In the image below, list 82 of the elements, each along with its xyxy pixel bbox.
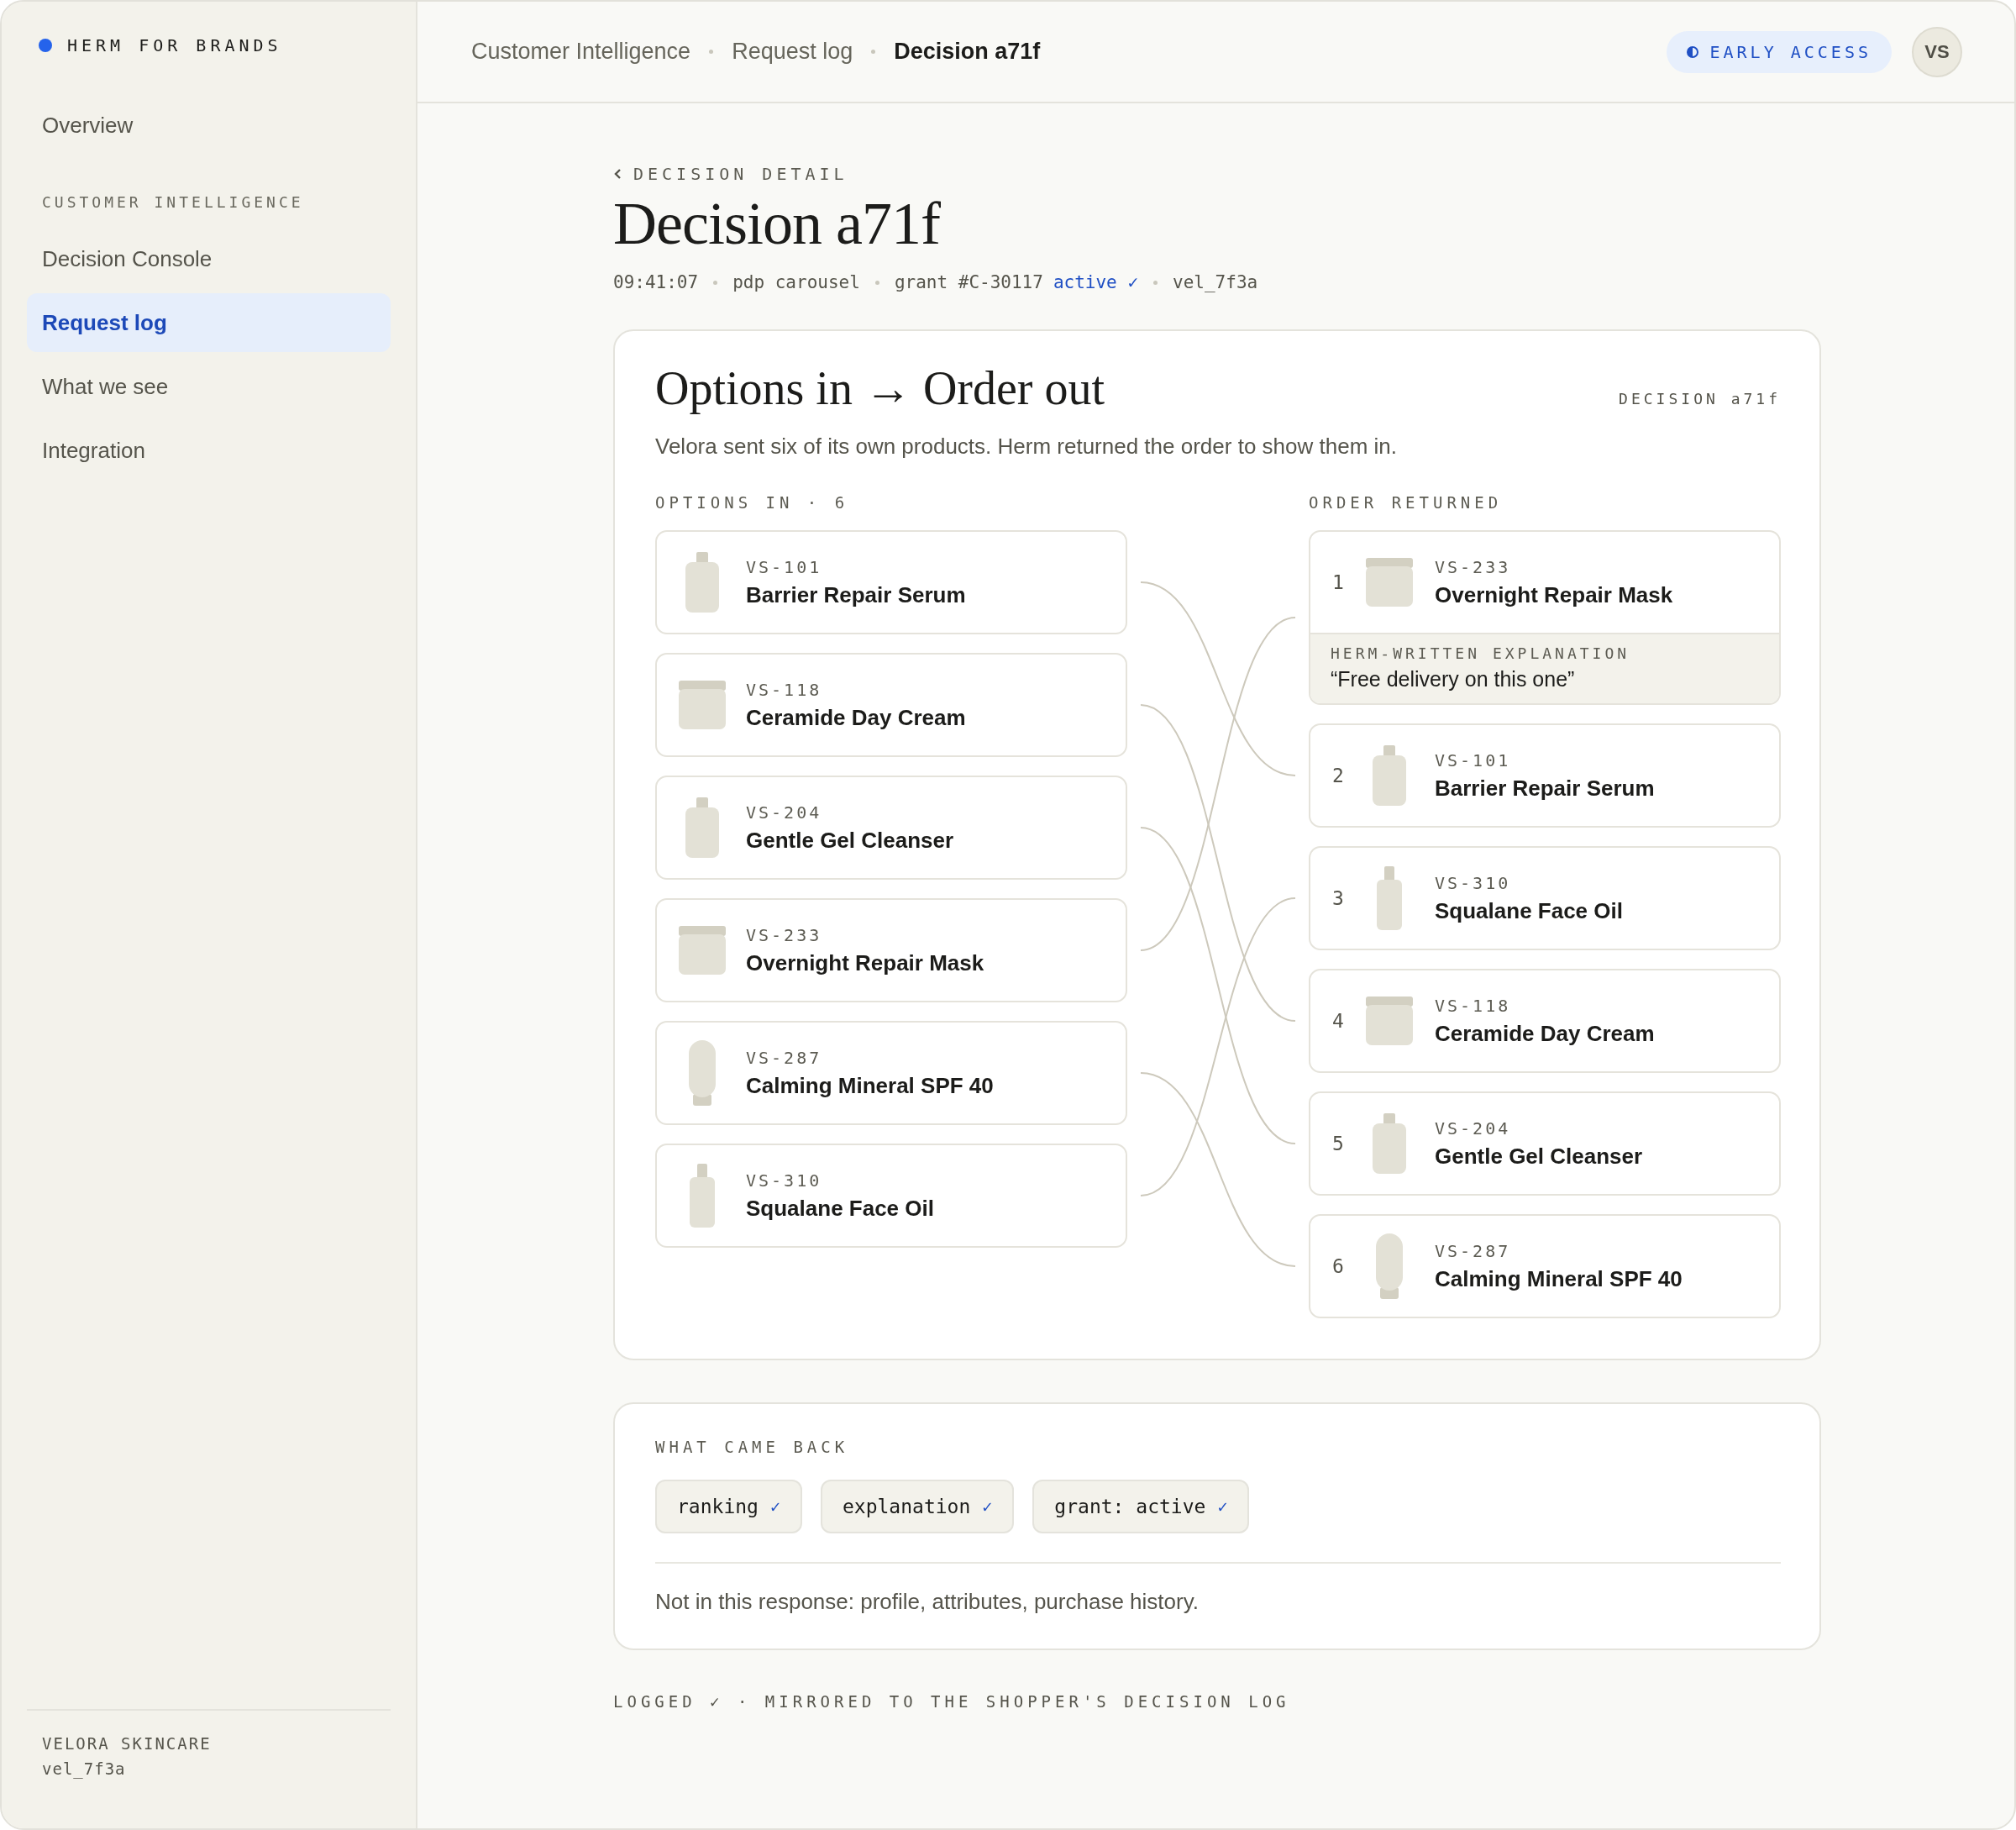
account-id: vel_7f3a [42,1759,127,1778]
rank-number: 4 [1332,1010,1344,1032]
nav-item[interactable]: Request log [27,293,391,352]
bottle-icon [684,552,721,613]
dropper-bottle-icon [1375,866,1404,930]
returned-chip: ranking ✓ [655,1480,802,1533]
explanation-label: HERM-WRITTEN EXPLANATION [1331,644,1631,662]
product-name: Calming Mineral SPF 40 [746,1072,994,1099]
tube-icon [687,1040,717,1106]
rank-number: 2 [1332,765,1344,786]
bottle-icon [1371,1113,1408,1174]
product-code: VS-101 [746,556,823,577]
returned-chip: explanation ✓ [821,1480,1015,1533]
column-label: ORDER RETURNED [1309,493,1504,512]
jar-icon [1366,558,1413,607]
brand-dot-icon [39,39,52,52]
meta-text: vel_7f3a [1173,272,1258,292]
back-link[interactable]: DECISION DETAIL [613,164,1821,184]
nav-item[interactable]: Overview [27,96,391,155]
product-name: Squalane Face Oil [1435,897,1623,924]
early-access-badge: EARLY ACCESS [1666,30,1892,73]
section-label: WHAT CAME BACK [655,1438,850,1456]
product-name: Squalane Face Oil [746,1195,934,1222]
card-description: Velora sent six of its own products. Herm returned the order to show them in. [655,434,1398,460]
chevron-left-icon [613,168,622,180]
breadcrumb-link[interactable]: Request log [732,39,853,65]
dropper-bottle-icon [688,1164,717,1228]
bottle-icon [1371,745,1408,806]
nav-item[interactable]: Integration [27,421,391,480]
meta-text: grant #C-30117 [894,272,1043,292]
tube-icon [1374,1233,1404,1299]
check-mark: ✓ [1217,1496,1228,1517]
account-name: VELORA SKINCARE [42,1734,213,1753]
product-name: Overnight Repair Mask [746,949,984,976]
product-name: Gentle Gel Cleanser [746,827,954,854]
check-mark: ✓ [982,1496,993,1517]
decision-tag: DECISION a71f [1619,390,1781,408]
product-code: VS-310 [746,1170,823,1191]
grant-status: active ✓ [1053,272,1139,292]
product-name: Ceramide Day Cream [746,704,966,731]
card-title: Options in → Order out [655,361,1105,415]
product-code: VS-204 [1435,1117,1512,1138]
explanation-text: “Free delivery on this one” [1331,667,1576,692]
nav-section-label: CUSTOMER INTELLIGENCE [41,192,305,213]
breadcrumb-link[interactable]: Customer Intelligence [471,39,691,65]
product-code: VS-118 [746,679,823,700]
nav-item[interactable]: Decision Console [27,229,391,288]
brand-name: HERM FOR BRANDS [67,35,282,55]
bottle-icon [684,797,721,858]
returned-chip: grant: active ✓ [1032,1480,1250,1533]
rank-number: 5 [1332,1133,1344,1154]
jar-icon [679,926,726,975]
note-text: Not in this response: profile, attributes, purchase history. [655,1589,1200,1615]
meta-text: 09:41:07 [613,272,699,292]
rank-number: 6 [1332,1255,1344,1277]
product-name: Barrier Repair Serum [1435,775,1655,802]
product-code: VS-310 [1435,872,1512,893]
product-name: Gentle Gel Cleanser [1435,1143,1643,1170]
product-code: VS-233 [746,924,823,945]
footer-note: LOGGED ✓ · MIRRORED TO THE SHOPPER'S DECISION LOG [613,1692,1291,1711]
jar-icon [1366,997,1413,1045]
product-code: VS-118 [1435,995,1512,1016]
column-label: OPTIONS IN · 6 [655,493,850,512]
check-mark: ✓ [769,1496,780,1517]
product-name: Calming Mineral SPF 40 [1435,1265,1683,1292]
product-name: Barrier Repair Serum [746,581,966,608]
product-code: VS-101 [1435,749,1512,770]
meta-text: pdp carousel [732,272,860,292]
rank-number: 1 [1332,571,1344,593]
product-name: Ceramide Day Cream [1435,1020,1655,1047]
user-avatar[interactable]: VS [1912,26,1962,77]
product-code: VS-233 [1435,556,1512,577]
product-name: Overnight Repair Mask [1435,581,1673,608]
product-code: VS-287 [746,1047,823,1068]
half-circle-icon [1686,45,1698,58]
rank-number: 3 [1332,887,1344,909]
jar-icon [679,681,726,729]
page-title: Decision a71f [613,189,942,259]
nav-item[interactable]: What we see [27,357,391,416]
product-code: VS-287 [1435,1240,1512,1261]
breadcrumb-link[interactable]: Decision a71f [894,39,1041,65]
product-code: VS-204 [746,802,823,823]
